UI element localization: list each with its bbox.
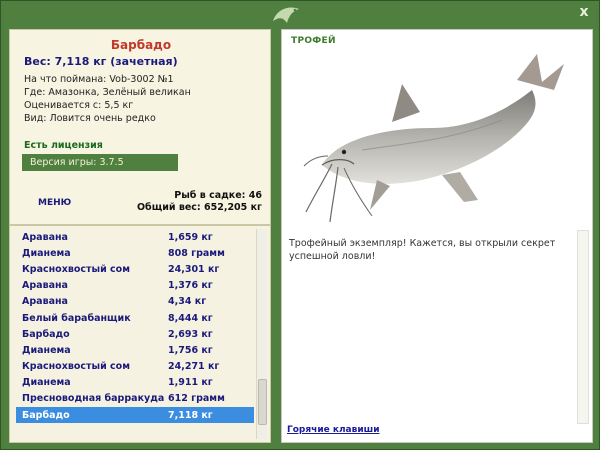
catch-item-name: Дианема bbox=[22, 344, 71, 356]
catch-list-item[interactable]: Дианема 808 грамм bbox=[16, 245, 254, 261]
catch-list-item[interactable]: Пресноводная барракуда 612 грамм bbox=[16, 391, 254, 407]
catch-item-weight: 1,376 кг bbox=[168, 280, 213, 292]
version-label: Версия игры: 3.7.5 bbox=[22, 154, 178, 171]
close-button[interactable]: x bbox=[577, 5, 591, 19]
fish-info-panel: Барбадо Вес: 7,118 кг (зачетная) На что … bbox=[9, 29, 271, 225]
menu-button[interactable]: МЕНЮ bbox=[38, 198, 71, 208]
rarity-line: Вид: Ловится очень редко bbox=[24, 113, 156, 124]
fish-weight: Вес: 7,118 кг (зачетная) bbox=[24, 55, 178, 68]
catch-item-weight: 2,693 кг bbox=[168, 328, 213, 340]
catch-list-item[interactable]: Дианема 1,756 кг bbox=[16, 342, 254, 358]
keepnet-count: Рыб в садке: 46 bbox=[174, 190, 262, 201]
barbado-fish-image bbox=[303, 54, 564, 223]
keepnet-summary: Рыб в садке: 46 Общий вес: 652,205 кг bbox=[137, 190, 262, 214]
fish-logo-icon bbox=[273, 7, 299, 23]
catch-item-weight: 1,756 кг bbox=[168, 344, 213, 356]
catch-list-scrollbar[interactable] bbox=[256, 229, 267, 439]
catch-list: Аравана 1,659 кг Дианема 808 грамм Краснохво… bbox=[16, 229, 254, 424]
catch-list-item[interactable]: Барбадо 7,118 кг bbox=[16, 407, 254, 424]
catch-item-weight: 808 грамм bbox=[168, 247, 225, 259]
catch-item-weight: 24,301 кг bbox=[168, 263, 220, 275]
catch-item-name: Аравана bbox=[22, 280, 68, 292]
catch-item-name: Аравана bbox=[22, 231, 68, 243]
game-window: x Барбадо Вес: 7,118 кг (зачетная) На чт… bbox=[0, 0, 600, 450]
catch-item-name: Краснохвостый сом bbox=[22, 263, 130, 275]
catch-item-name: Дианема bbox=[22, 377, 71, 389]
scrollbar-thumb[interactable] bbox=[258, 379, 267, 425]
catch-list-item[interactable]: Барбадо 2,693 кг bbox=[16, 326, 254, 342]
catch-item-name: Дианема bbox=[22, 247, 71, 259]
trophy-text-scrollbar[interactable] bbox=[577, 230, 589, 424]
location-line: Где: Амазонка, Зелёный великан bbox=[24, 87, 191, 98]
catch-item-name: Пресноводная барракуда bbox=[22, 393, 165, 405]
catch-list-panel: Аравана 1,659 кг Дианема 808 грамм Краснохво… bbox=[9, 225, 271, 443]
catch-list-item[interactable]: Белый барабанщик 8,444 кг bbox=[16, 310, 254, 326]
value-threshold-line: Оценивается с: 5,5 кг bbox=[24, 100, 134, 111]
catch-item-weight: 8,444 кг bbox=[168, 312, 213, 324]
catch-item-name: Белый барабанщик bbox=[22, 312, 131, 324]
bait-line: На что поймана: Vob-3002 №1 bbox=[24, 74, 174, 85]
hotkeys-link[interactable]: Горячие клавиши bbox=[287, 425, 380, 435]
catch-item-weight: 1,911 кг bbox=[168, 377, 213, 389]
fish-name: Барбадо bbox=[110, 38, 172, 52]
catch-item-name: Барбадо bbox=[22, 409, 70, 421]
catch-item-name: Аравана bbox=[22, 296, 68, 308]
catch-list-item[interactable]: Аравана 4,34 кг bbox=[16, 294, 254, 310]
trophy-panel: ТРОФЕЙ Трофейный экземпляр! Кажется, вы … bbox=[281, 29, 593, 443]
catch-list-item[interactable]: Аравана 1,376 кг bbox=[16, 278, 254, 294]
catch-list-item[interactable]: Аравана 1,659 кг bbox=[16, 229, 254, 245]
trophy-title: ТРОФЕЙ bbox=[291, 36, 336, 46]
catch-list-item[interactable]: Дианема 1,911 кг bbox=[16, 375, 254, 391]
catch-item-weight: 24,271 кг bbox=[168, 361, 220, 373]
catch-item-weight: 4,34 кг bbox=[168, 296, 207, 308]
catch-list-item[interactable]: Краснохвостый сом 24,271 кг bbox=[16, 359, 254, 375]
trophy-message: Трофейный экземпляр! Кажется, вы открыли… bbox=[289, 238, 556, 262]
catch-item-weight: 612 грамм bbox=[168, 393, 225, 405]
license-status: Есть лицензия bbox=[24, 140, 103, 151]
catch-item-weight: 1,659 кг bbox=[168, 231, 213, 243]
catch-item-weight: 7,118 кг bbox=[168, 409, 213, 421]
catch-list-item[interactable]: Краснохвостый сом 24,301 кг bbox=[16, 261, 254, 277]
keepnet-total-weight: Общий вес: 652,205 кг bbox=[136, 202, 262, 213]
catch-item-name: Краснохвостый сом bbox=[22, 361, 130, 373]
catch-item-name: Барбадо bbox=[22, 328, 70, 340]
